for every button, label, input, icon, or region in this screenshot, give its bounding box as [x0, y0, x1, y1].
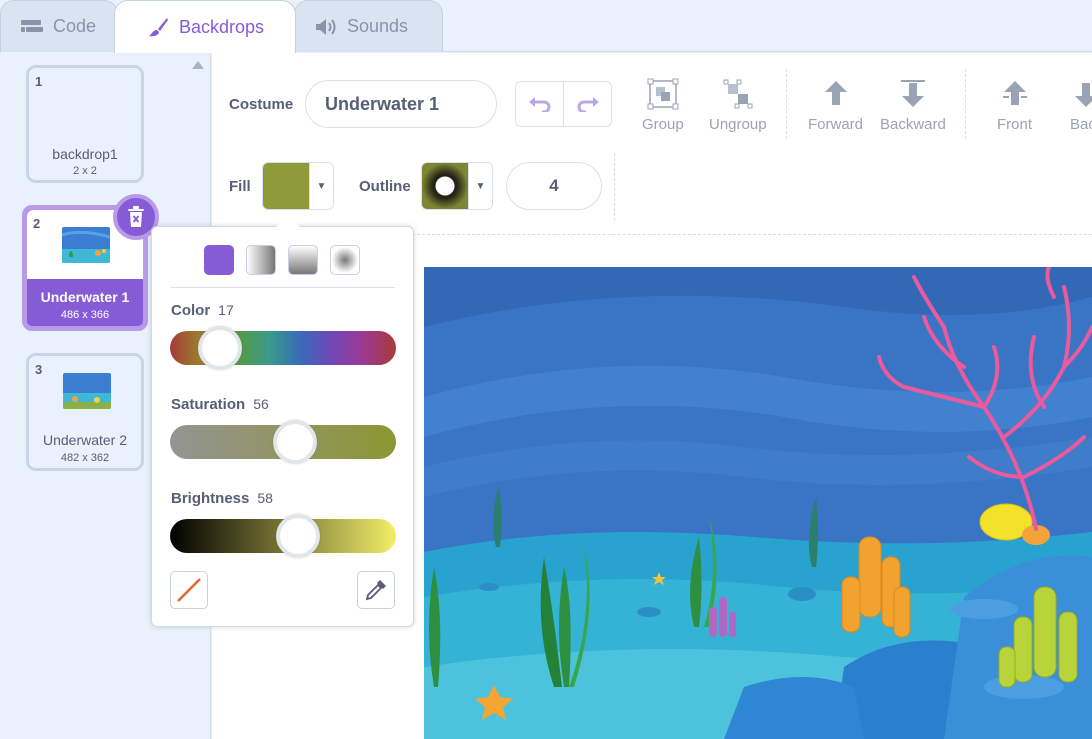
- trash-icon: [128, 206, 144, 227]
- saturation-slider-label: Saturation 56: [171, 396, 269, 413]
- underwater-backdrop-image: [424, 267, 1092, 739]
- backdrop-thumbnail: [63, 373, 111, 409]
- undo-button[interactable]: [516, 82, 563, 126]
- scroll-up-arrow-icon[interactable]: [192, 61, 204, 69]
- solid-fill-button[interactable]: [204, 245, 234, 275]
- forward-button[interactable]: Forward: [808, 78, 863, 133]
- backdrop-number: 3: [35, 362, 43, 377]
- costume-name-input[interactable]: Underwater 1: [305, 80, 497, 128]
- speaker-icon: [316, 18, 336, 35]
- backdrop-thumbnail: [62, 227, 110, 263]
- popover-divider: [171, 287, 395, 288]
- toolbar-divider: [614, 153, 615, 221]
- tab-backdrops-label: Backdrops: [179, 16, 265, 37]
- vertical-gradient-button[interactable]: [288, 245, 318, 275]
- backward-button[interactable]: Backward: [880, 78, 946, 133]
- undo-icon: [528, 97, 550, 112]
- redo-icon: [577, 97, 599, 112]
- group-icon: [647, 78, 679, 110]
- fill-color-popover: Color 17 Saturation 56 Brightness 58: [151, 226, 414, 627]
- fill-label: Fill: [229, 178, 251, 195]
- no-color-icon: [177, 578, 201, 602]
- backward-label: Backward: [880, 116, 946, 133]
- front-label: Front: [997, 116, 1033, 133]
- backdrop-name: Underwater 2: [42, 432, 128, 448]
- front-button[interactable]: Front: [997, 78, 1032, 133]
- fill-color-button[interactable]: ▼: [262, 162, 334, 210]
- eyedropper-icon: [365, 580, 386, 601]
- tab-code[interactable]: Code: [0, 0, 118, 52]
- outline-label: Outline: [359, 178, 411, 195]
- fill-mode-selector: [204, 245, 360, 275]
- saturation-label: Saturation: [171, 396, 246, 413]
- toolbar-divider: [965, 69, 966, 139]
- arrow-down-icon: [900, 80, 925, 107]
- tab-code-label: Code: [53, 16, 97, 36]
- backdrop-size: 482 x 362: [60, 452, 110, 464]
- paint-canvas[interactable]: [424, 267, 1092, 739]
- backdrop-name: backdrop1: [52, 146, 118, 162]
- horizontal-gradient-button[interactable]: [246, 245, 276, 275]
- toolbar-divider: [786, 69, 787, 139]
- radial-gradient-button[interactable]: [330, 245, 360, 275]
- code-icon: [21, 19, 43, 32]
- backdrop-number: 2: [33, 216, 41, 231]
- ungroup-button[interactable]: Ungroup: [709, 78, 767, 133]
- saturation-slider-handle[interactable]: [272, 420, 317, 464]
- color-value: 17: [218, 302, 234, 318]
- arrow-to-back-icon: [1075, 83, 1092, 107]
- tab-backdrops[interactable]: Backdrops: [114, 0, 296, 53]
- outline-swatch: [422, 163, 468, 209]
- undo-redo-group: [515, 81, 612, 127]
- backdrop-size: 486 x 366: [60, 309, 110, 321]
- brightness-slider-label: Brightness 58: [171, 490, 273, 507]
- ungroup-label: Ungroup: [709, 116, 767, 133]
- costume-label: Costume: [229, 96, 294, 113]
- color-slider-handle[interactable]: [197, 326, 242, 370]
- backdrop-tile-1[interactable]: 1 backdrop1 2 x 2: [26, 65, 144, 183]
- outline-width-input[interactable]: 4: [506, 162, 602, 210]
- brush-icon: [149, 18, 168, 37]
- no-fill-button[interactable]: [170, 571, 208, 609]
- backdrop-name: Underwater 1: [40, 289, 130, 305]
- ungroup-icon: [723, 79, 753, 109]
- group-label: Group: [642, 116, 684, 133]
- outline-color-button[interactable]: ▼: [421, 162, 493, 210]
- chevron-down-icon: ▼: [468, 163, 492, 209]
- backdrop-number: 1: [35, 74, 43, 89]
- arrow-to-front-icon: [1002, 81, 1027, 105]
- fill-swatch: [263, 163, 309, 209]
- redo-button[interactable]: [563, 82, 611, 126]
- back-button[interactable]: Bac: [1070, 78, 1092, 133]
- brightness-label: Brightness: [171, 490, 250, 507]
- arrow-up-icon: [824, 81, 847, 105]
- tab-sounds[interactable]: Sounds: [294, 0, 443, 52]
- backdrop-tile-3[interactable]: 3 Underwater 2 482 x 362: [26, 353, 144, 471]
- color-slider-label: Color 17: [171, 302, 234, 319]
- editor-tabs: Code Backdrops Sounds: [0, 0, 1092, 53]
- saturation-value: 56: [253, 396, 269, 412]
- chevron-down-icon: ▼: [309, 163, 333, 209]
- canvas-top-divider: [412, 234, 1092, 235]
- back-label: Bac: [1070, 116, 1092, 133]
- color-label: Color: [171, 302, 211, 319]
- forward-label: Forward: [808, 116, 864, 133]
- popover-pointer: [276, 214, 300, 227]
- eyedropper-button[interactable]: [357, 571, 395, 609]
- brightness-value: 58: [257, 490, 273, 506]
- group-button[interactable]: Group: [642, 78, 684, 133]
- backdrop-size: 2 x 2: [73, 165, 97, 177]
- tab-sounds-label: Sounds: [347, 16, 409, 36]
